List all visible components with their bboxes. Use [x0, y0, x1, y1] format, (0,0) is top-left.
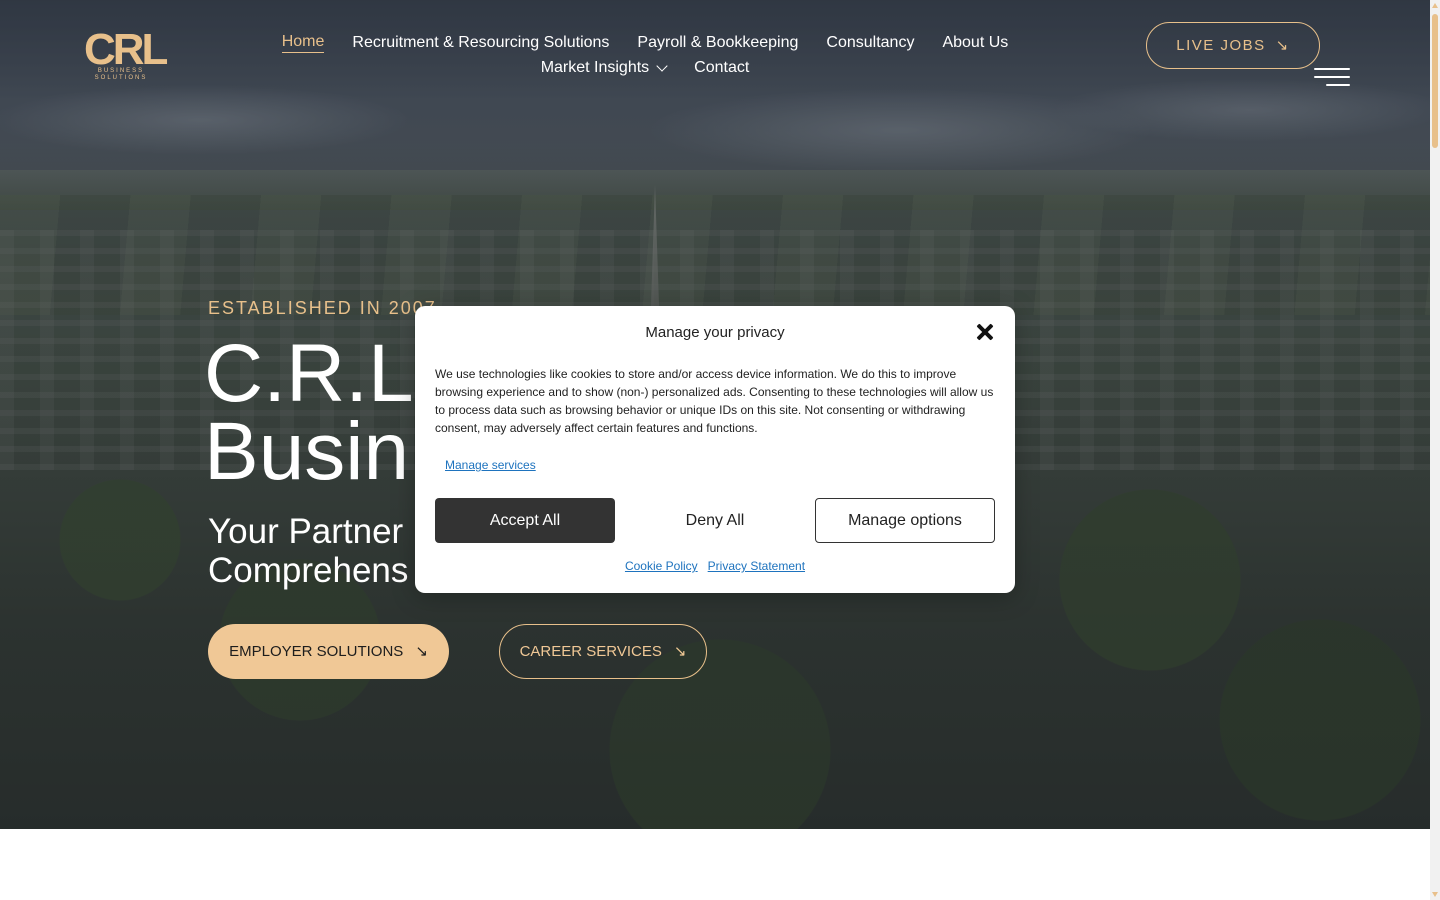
hero-subtitle-line2: Comprehens — [208, 551, 409, 590]
close-icon[interactable] — [975, 322, 995, 342]
employer-solutions-button[interactable]: EMPLOYER SOLUTIONS ↘ — [208, 624, 449, 679]
hamburger-line — [1314, 76, 1350, 78]
logo-mark: CRL — [84, 25, 168, 74]
employer-solutions-label: EMPLOYER SOLUTIONS — [229, 643, 404, 660]
nav-item-market-insights[interactable]: Market Insights — [540, 57, 668, 78]
deny-all-button[interactable]: Deny All — [625, 498, 805, 543]
nav-item-contact[interactable]: Contact — [694, 57, 749, 78]
established-tagline: ESTABLISHED IN 2007 — [208, 298, 437, 318]
modal-body: We use technologies like cookies to stor… — [435, 367, 994, 435]
hero-title-line2: Busin — [204, 406, 410, 497]
main-nav: Home Recruitment & Resourcing Solutions … — [245, 31, 1045, 78]
privacy-modal: Manage your privacy We use technologies … — [415, 306, 1015, 593]
arrow-down-right-icon: ↘ — [673, 643, 687, 660]
manage-options-button[interactable]: Manage options — [815, 498, 995, 543]
career-services-label: CAREER SERVICES — [519, 643, 662, 660]
hero-subtitle-line1: Your Partner — [208, 512, 404, 551]
accept-all-button[interactable]: Accept All — [435, 498, 615, 543]
cookie-policy-link[interactable]: Cookie Policy — [625, 559, 698, 573]
hamburger-line — [1314, 68, 1350, 70]
nav-item-about[interactable]: About Us — [942, 31, 1008, 53]
nav-item-consultancy[interactable]: Consultancy — [826, 31, 914, 53]
career-services-button[interactable]: CAREER SERVICES ↘ — [499, 624, 707, 679]
nav-item-payroll[interactable]: Payroll & Bookkeeping — [637, 31, 798, 53]
manage-services-link[interactable]: Manage services — [445, 458, 536, 472]
hamburger-line — [1326, 84, 1350, 86]
nav-item-home[interactable]: Home — [281, 31, 325, 53]
chevron-down-icon — [656, 59, 668, 72]
hero-subtitle: Your Partner Comprehens — [208, 512, 408, 590]
hero-title: C.R.L Busin — [204, 333, 414, 493]
live-jobs-button[interactable]: LIVE JOBS ↘ — [1146, 22, 1320, 69]
logo-subtitle: BUSINESS SOLUTIONS — [94, 68, 148, 81]
arrow-down-right-icon: ↘ — [1275, 37, 1290, 54]
privacy-statement-link[interactable]: Privacy Statement — [708, 559, 805, 573]
modal-footer-links: Cookie Policy Privacy Statement — [415, 559, 1015, 573]
live-jobs-label: LIVE JOBS — [1176, 37, 1266, 54]
scroll-down-arrow-icon[interactable] — [1432, 892, 1438, 897]
site-logo[interactable]: CRL BUSINESS SOLUTIONS — [84, 28, 168, 84]
arrow-down-right-icon: ↘ — [415, 643, 428, 660]
nav-item-recruitment[interactable]: Recruitment & Resourcing Solutions — [352, 31, 609, 53]
scrollbar-thumb[interactable] — [1432, 14, 1438, 148]
hamburger-menu-icon[interactable] — [1314, 68, 1350, 92]
scroll-up-arrow-icon[interactable] — [1432, 3, 1438, 8]
modal-title: Manage your privacy — [645, 324, 785, 341]
nav-item-market-insights-label: Market Insights — [540, 59, 650, 76]
